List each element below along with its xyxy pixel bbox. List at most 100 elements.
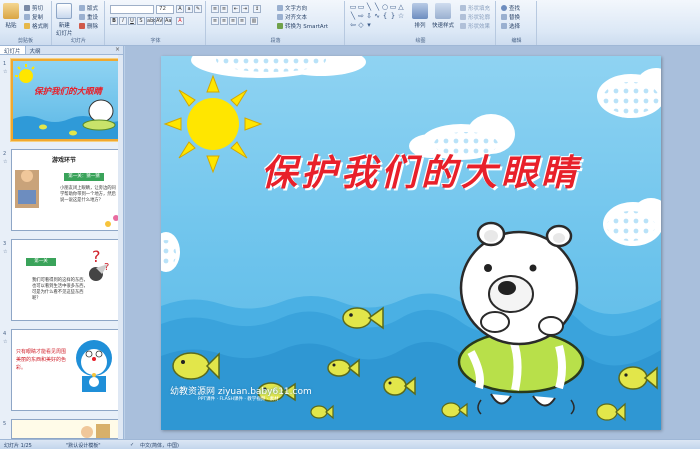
thumbnail-chip: 第一关	[26, 258, 56, 266]
brace-shape-icon[interactable]: {	[381, 12, 389, 20]
arrow-shape-icon[interactable]: ⇨	[357, 12, 365, 20]
quick-styles-button[interactable]: 快速样式	[432, 3, 454, 29]
slide-title[interactable]: 保护我们的大眼睛	[211, 144, 631, 196]
brace-shape-icon[interactable]: }	[389, 12, 397, 20]
tab-outline[interactable]: 大纲	[26, 46, 45, 55]
panel-scrollbar[interactable]	[118, 55, 123, 439]
paragraph-group-label: 段落	[270, 38, 281, 44]
language-status: 中文(简体，中国)	[140, 443, 179, 449]
brush-icon	[24, 23, 30, 29]
align-right-button[interactable]: ≡	[229, 17, 237, 25]
slide-thumbnail-1[interactable]: 保护我们的大眼睛	[11, 59, 121, 141]
shape-effects-button[interactable]: 形状效果	[460, 22, 490, 30]
slide-editing-area: 保护我们的大眼睛 幼教资源网 ziyuan.baby611.com PPT课件 …	[125, 46, 700, 439]
numbering-button[interactable]: ≡	[220, 5, 228, 13]
triangle-shape-icon[interactable]: △	[397, 3, 405, 11]
arrow-shape-icon[interactable]: ⇩	[365, 12, 373, 20]
rectangle-shape-icon[interactable]: ▭	[357, 3, 365, 11]
star-shape-icon[interactable]: ☆	[397, 12, 405, 20]
find-button[interactable]: 查找	[501, 4, 520, 12]
smartart-button[interactable]: 转换为 SmartArt	[277, 22, 328, 30]
font-group: 72 A a ✎ B I U S abc AV Aa A 字体	[106, 1, 206, 45]
paint-bucket-icon	[460, 5, 466, 11]
shadow-button[interactable]: S	[137, 17, 145, 25]
svg-text:?: ?	[92, 247, 101, 266]
font-size-combo[interactable]: 72	[156, 5, 174, 14]
bold-button[interactable]: B	[110, 17, 118, 25]
char-spacing-button[interactable]: AV	[155, 17, 163, 25]
paragraph-group: ≡ ≡ ⇤ ⇥ ↕ ≡ ≡ ≡ ≡ ▥ 文字方向 对齐文本 转换为 SmartA…	[207, 1, 345, 45]
replace-button[interactable]: 替换	[501, 13, 520, 21]
align-text-icon	[277, 14, 283, 20]
arrange-button[interactable]: 排列	[412, 3, 428, 29]
thumbnail-chip: 第一关：猜一猜	[64, 173, 104, 181]
text-direction-button[interactable]: 文字方向	[277, 4, 307, 12]
line-shape-icon[interactable]: ╲	[365, 3, 373, 11]
reset-button[interactable]: 重设	[79, 13, 98, 21]
tab-slides[interactable]: 幻灯片	[0, 46, 26, 55]
font-color-button[interactable]: A	[176, 17, 184, 25]
binoculars-icon	[501, 5, 507, 11]
cut-button[interactable]: 剪切	[24, 4, 43, 12]
curve-shape-icon[interactable]: ∿	[373, 12, 381, 20]
arrow-shape-icon[interactable]: ⇦	[349, 21, 357, 29]
layout-icon	[79, 5, 85, 11]
thumbnail-number: 4	[3, 331, 7, 337]
columns-button[interactable]: ▥	[250, 17, 258, 25]
delete-slide-button[interactable]: 删除	[79, 22, 98, 30]
shrink-font-button[interactable]: a	[185, 5, 193, 13]
copy-button[interactable]: 复制	[24, 13, 43, 21]
slides-group: 新建 幻灯片 版式 重设 删除 幻灯片	[53, 1, 105, 45]
new-slide-button[interactable]: 新建 幻灯片	[56, 3, 73, 37]
underline-button[interactable]: U	[128, 17, 136, 25]
shape-outline-button[interactable]: 形状轮廓	[460, 13, 490, 21]
animation-star-icon: ☆	[3, 249, 8, 255]
cloud-icon	[161, 232, 180, 272]
animation-star-icon: ☆	[3, 339, 8, 345]
close-icon[interactable]: ×	[112, 46, 123, 54]
slide-thumbnail-4[interactable]: 只有眼睛才能看见周围美丽的东西和美好的色彩。	[11, 329, 121, 411]
increase-indent-button[interactable]: ⇥	[241, 5, 249, 13]
line-shape-icon[interactable]: ╲	[349, 12, 357, 20]
font-name-combo[interactable]	[110, 5, 154, 14]
paste-icon	[3, 3, 19, 19]
slide-thumbnail-5[interactable]	[11, 419, 121, 439]
thumbnail-art	[13, 64, 119, 139]
bullets-button[interactable]: ≡	[211, 5, 219, 13]
copy-icon	[24, 14, 30, 20]
shape-fill-button[interactable]: 形状填充	[460, 4, 490, 12]
align-left-button[interactable]: ≡	[211, 17, 219, 25]
grow-font-button[interactable]: A	[176, 5, 184, 13]
rectangle-shape-icon[interactable]: ▭	[349, 3, 357, 11]
scissors-icon	[24, 5, 30, 11]
paste-button[interactable]: 粘贴	[3, 3, 19, 29]
select-button[interactable]: 选择	[501, 22, 520, 30]
layout-button[interactable]: 版式	[79, 4, 98, 12]
spellcheck-icon[interactable]: ✓	[130, 442, 134, 448]
callout-shape-icon[interactable]: ◇	[357, 21, 365, 29]
slide-thumbnail-3[interactable]: ? ? 第一关 我们可看得到的这样的东西，也可以看到生活中很多东西，可是为什么看…	[11, 239, 121, 321]
oval-shape-icon[interactable]: ○	[381, 3, 389, 11]
thumbnail-body: 我们可看得到的这样的东西，也可以看到生活中很多东西，可是为什么看不见这些东西呢？	[32, 278, 88, 301]
line-shape-icon[interactable]: ╲	[373, 3, 381, 11]
thumbnail-body: 只有眼睛才能看见周围美丽的东西和美好的色彩。	[16, 349, 67, 371]
change-case-button[interactable]: Aa	[164, 17, 172, 25]
slide-canvas[interactable]: 保护我们的大眼睛 幼教资源网 ziyuan.baby611.com PPT课件 …	[161, 56, 661, 430]
format-painter-button[interactable]: 格式刷	[24, 22, 49, 30]
align-center-button[interactable]: ≡	[220, 17, 228, 25]
more-shapes-icon[interactable]: ▾	[365, 21, 373, 29]
delete-icon	[79, 23, 85, 29]
clear-format-button[interactable]: ✎	[194, 5, 202, 13]
decrease-indent-button[interactable]: ⇤	[232, 5, 240, 13]
line-spacing-button[interactable]: ↕	[253, 5, 261, 13]
italic-button[interactable]: I	[119, 17, 127, 25]
replace-icon	[501, 14, 507, 20]
slide-thumbnail-2[interactable]: 游戏环节 第一关：猜一猜 小朋友闭上眼睛，让旁边的同学帮助你带到一个地方，然后说…	[11, 149, 121, 231]
clipboard-group-label: 剪贴板	[17, 38, 33, 44]
strikethrough-button[interactable]: abc	[146, 17, 156, 25]
rectangle-shape-icon[interactable]: ▭	[389, 3, 397, 11]
align-text-button[interactable]: 对齐文本	[277, 13, 307, 21]
reset-icon	[79, 14, 85, 20]
slide-background-art	[161, 56, 661, 430]
justify-button[interactable]: ≡	[238, 17, 246, 25]
